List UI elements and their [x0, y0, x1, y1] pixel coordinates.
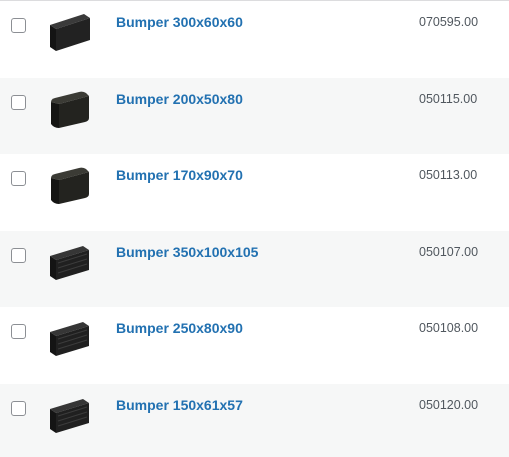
product-thumbnail[interactable]: [48, 394, 91, 437]
bumper-rounded-block-icon: [51, 91, 89, 128]
bumper-ribbed-block-icon: [50, 398, 89, 433]
product-row: Bumper 150x61x57 050120.00: [0, 383, 509, 457]
product-title-link[interactable]: Bumper 170x90x70: [116, 167, 243, 183]
row-select-checkbox[interactable]: [11, 171, 26, 186]
product-thumbnail[interactable]: [48, 241, 91, 284]
row-select-checkbox[interactable]: [11, 94, 26, 110]
product-title-link[interactable]: Bumper 150x61x57: [116, 397, 243, 413]
product-thumbnail[interactable]: [48, 88, 91, 131]
product-row: Bumper 170x90x70 050113.00: [0, 154, 509, 231]
bumper-rounded-block-icon: [51, 167, 89, 204]
row-select-checkbox[interactable]: [11, 18, 26, 33]
product-sku: 050113.00: [419, 168, 478, 182]
product-title-link[interactable]: Bumper 300x60x60: [116, 14, 243, 30]
product-thumbnail[interactable]: [48, 317, 91, 360]
product-title-link[interactable]: Bumper 250x80x90: [116, 320, 243, 336]
product-sku: 050120.00: [419, 397, 479, 412]
bumper-ribbed-block-icon: [50, 322, 89, 356]
product-thumbnail[interactable]: [48, 11, 91, 54]
row-select-checkbox[interactable]: [11, 400, 26, 416]
product-sku: 050115.00: [419, 91, 478, 106]
product-sku: 050107.00: [419, 244, 479, 259]
product-sku: 070595.00: [419, 15, 479, 29]
product-row: Bumper 250x80x90 050108.00: [0, 307, 509, 384]
product-thumbnail[interactable]: [48, 164, 91, 207]
bumper-flat-block-icon: [50, 14, 90, 51]
product-row: Bumper 350x100x105 050107.00: [0, 230, 509, 307]
product-row: Bumper 300x60x60 070595.00: [0, 1, 509, 78]
product-sku: 050108.00: [419, 321, 479, 335]
bumper-ribbed-block-icon: [50, 245, 89, 280]
product-list: Bumper 300x60x60 070595.00 Bumper 200x50…: [0, 0, 509, 457]
product-row: Bumper 200x50x80 050115.00: [0, 77, 509, 154]
row-select-checkbox[interactable]: [11, 247, 26, 263]
row-select-checkbox[interactable]: [11, 324, 26, 339]
product-title-link[interactable]: Bumper 200x50x80: [116, 91, 243, 107]
product-title-link[interactable]: Bumper 350x100x105: [116, 244, 258, 260]
